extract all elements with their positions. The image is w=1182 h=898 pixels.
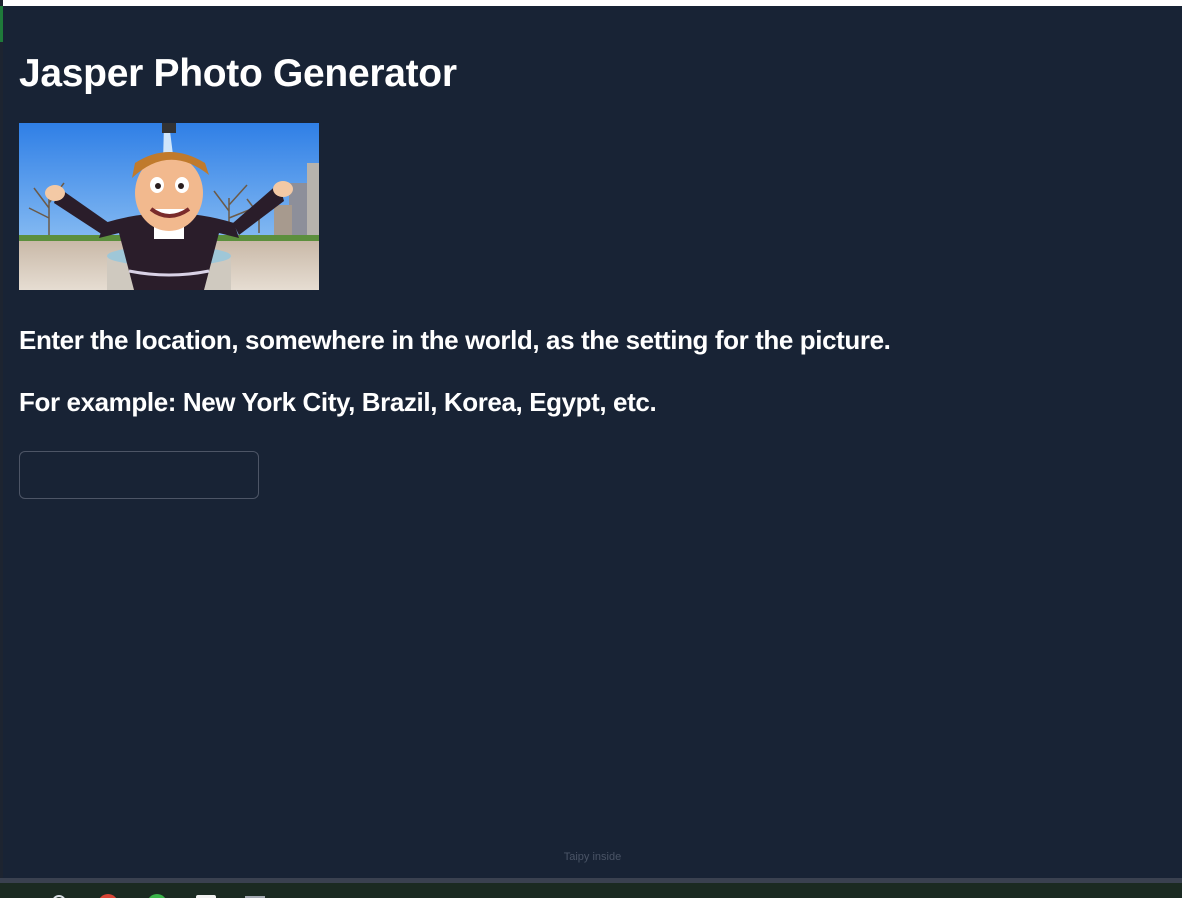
screen: Jasper Photo Generator Enter the locatio…: [0, 0, 1182, 898]
taipy-footer: Taipy inside: [563, 851, 622, 863]
green-app-icon[interactable]: [146, 893, 168, 898]
search-icon[interactable]: [50, 893, 68, 898]
page-title: Jasper Photo Generator: [19, 52, 457, 95]
notepad-icon[interactable]: [194, 893, 218, 898]
file-icon[interactable]: [243, 893, 267, 898]
mascot-photo: [19, 123, 319, 290]
location-example: For example: New York City, Brazil, Kore…: [19, 387, 657, 417]
location-instruction: Enter the location, somewhere in the wor…: [19, 325, 891, 355]
yellow-app-icon[interactable]: [338, 893, 354, 898]
chrome-icon[interactable]: [97, 893, 119, 898]
taskbar: [0, 883, 1182, 898]
location-input[interactable]: [19, 451, 259, 499]
taipy-app: Jasper Photo Generator Enter the locatio…: [3, 6, 1182, 878]
office-icon[interactable]: [289, 893, 315, 898]
